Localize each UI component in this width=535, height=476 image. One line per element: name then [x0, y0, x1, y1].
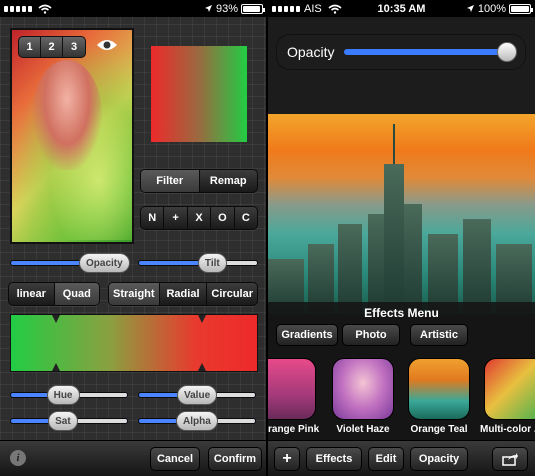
sat-slider[interactable]: Sat — [10, 411, 128, 431]
segment-1[interactable]: 1 — [19, 37, 41, 57]
opacity-slider-thumb[interactable]: Opacity — [79, 253, 130, 273]
effects-menu-title: Effects Menu — [364, 306, 439, 320]
image-preview[interactable] — [10, 28, 134, 244]
radial-button[interactable]: Radial — [160, 283, 208, 305]
location-icon — [204, 5, 212, 12]
segment-2[interactable]: 2 — [41, 37, 63, 57]
city-photo — [268, 114, 535, 314]
opacity-panel-slider[interactable] — [344, 42, 517, 62]
effect-thumb-orange-pink[interactable] — [268, 358, 316, 420]
gradient-stop-marker[interactable] — [52, 315, 60, 323]
wifi-icon — [38, 4, 52, 14]
value-slider-thumb[interactable]: Value — [177, 385, 218, 405]
hue-slider[interactable]: Hue — [10, 385, 128, 405]
effect-thumb-multi-color[interactable] — [484, 358, 535, 420]
op-x-button[interactable]: X — [188, 207, 212, 229]
building — [463, 219, 491, 314]
op-n-button[interactable]: N — [141, 207, 165, 229]
gradient-shape-toggle[interactable]: Straight Radial Circular — [108, 282, 258, 306]
filter-button[interactable]: Filter — [141, 170, 200, 192]
opacity-button[interactable]: Opacity — [410, 447, 468, 471]
effects-menu: Effects Menu Gradients Photo Artistic ra… — [268, 302, 535, 440]
effect-label-orange-pink: range Pink — [268, 424, 320, 435]
effect-thumb-violet-haze[interactable] — [332, 358, 394, 420]
preview-portrait — [32, 60, 102, 170]
right-toolbar: + Effects Edit Opacity — [268, 440, 535, 476]
battery-icon — [509, 3, 533, 14]
alpha-slider-thumb[interactable]: Alpha — [176, 411, 218, 431]
left-pane: 93% 1 2 3 Filter Remap N + X O C Opacity… — [0, 0, 267, 476]
effect-label-multi-color: Multi-color . — [480, 424, 535, 435]
preview-segment-control[interactable]: 1 2 3 — [18, 36, 86, 58]
signal-icon — [4, 5, 32, 12]
gradient-stop-marker[interactable] — [52, 363, 60, 371]
tilt-slider[interactable]: Tilt — [138, 253, 258, 273]
building-spire — [393, 124, 395, 164]
circular-button[interactable]: Circular — [207, 283, 257, 305]
gradients-tab[interactable]: Gradients — [276, 324, 338, 346]
op-plus-button[interactable]: + — [164, 207, 188, 229]
effect-label-orange-teal: Orange Teal — [410, 424, 468, 435]
cancel-button[interactable]: Cancel — [150, 447, 200, 471]
edit-button[interactable]: Edit — [368, 447, 404, 471]
straight-button[interactable]: Straight — [109, 283, 160, 305]
effect-thumb-orange-teal[interactable] — [408, 358, 470, 420]
status-bar: AIS 10:35 AM 100% — [268, 0, 535, 17]
opacity-panel-thumb[interactable] — [496, 42, 517, 62]
op-c-button[interactable]: C — [235, 207, 257, 229]
building — [404, 204, 422, 314]
eye-icon[interactable] — [96, 38, 118, 52]
gradient-swatch[interactable] — [151, 46, 247, 142]
artistic-tab[interactable]: Artistic — [410, 324, 468, 346]
building — [384, 164, 404, 314]
hue-slider-thumb[interactable]: Hue — [46, 385, 80, 405]
blend-op-group[interactable]: N + X O C — [140, 206, 258, 230]
op-o-button[interactable]: O — [211, 207, 235, 229]
effects-button[interactable]: Effects — [306, 447, 362, 471]
building — [368, 214, 384, 314]
photo-tab[interactable]: Photo — [342, 324, 400, 346]
confirm-button[interactable]: Confirm — [208, 447, 262, 471]
interpolation-toggle[interactable]: linear Quad — [8, 282, 100, 306]
value-slider[interactable]: Value — [138, 385, 256, 405]
opacity-panel: Opacity — [276, 34, 526, 70]
segment-3[interactable]: 3 — [63, 37, 85, 57]
filter-remap-toggle[interactable]: Filter Remap — [140, 169, 258, 193]
left-toolbar: i Cancel Confirm — [0, 440, 267, 476]
battery-percent: 93% — [215, 2, 238, 15]
tilt-slider-thumb[interactable]: Tilt — [197, 253, 227, 273]
opacity-panel-label: Opacity — [287, 44, 335, 60]
right-pane: AIS 10:35 AM 100% Opacity Effects Menu G… — [268, 0, 535, 476]
opacity-slider[interactable]: Opacity — [10, 253, 130, 273]
status-time: 10:35 AM — [377, 2, 426, 15]
alpha-slider[interactable]: Alpha — [138, 411, 256, 431]
gradient-stop-marker[interactable] — [198, 315, 206, 323]
linear-button[interactable]: linear — [9, 283, 55, 305]
battery-icon — [241, 3, 265, 14]
share-icon[interactable] — [492, 447, 528, 471]
effect-label-violet-haze: Violet Haze — [336, 424, 390, 435]
info-icon[interactable]: i — [10, 450, 26, 466]
sat-slider-thumb[interactable]: Sat — [48, 411, 78, 431]
gradient-editor[interactable] — [10, 314, 258, 372]
gradient-stop-marker[interactable] — [198, 363, 206, 371]
remap-button[interactable]: Remap — [200, 170, 258, 192]
building — [338, 224, 362, 314]
status-bar: 93% — [0, 0, 267, 17]
quad-button[interactable]: Quad — [54, 283, 99, 305]
add-button[interactable]: + — [274, 447, 300, 471]
